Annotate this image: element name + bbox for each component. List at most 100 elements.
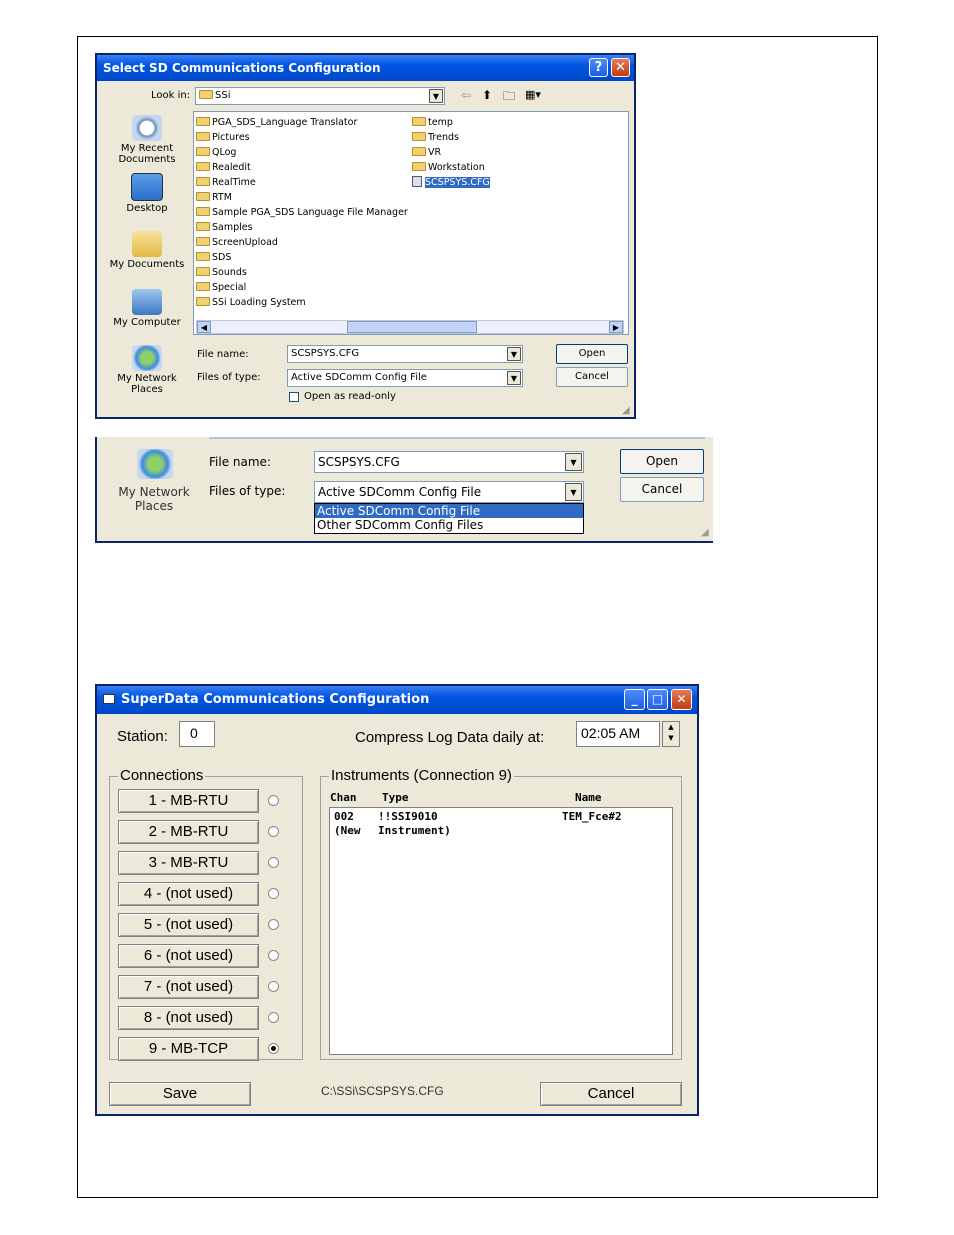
connection-radio-5[interactable] xyxy=(268,919,279,930)
connection-radio-8[interactable] xyxy=(268,1012,279,1023)
connection-button-8[interactable]: 8 - (not used) xyxy=(118,1006,259,1030)
folder-icon xyxy=(196,207,210,216)
readonly-label: Open as read-only xyxy=(304,391,396,402)
horizontal-scrollbar[interactable]: ◀ ▶ xyxy=(196,320,624,334)
place-my-documents[interactable]: My Documents xyxy=(101,231,193,270)
place-my-computer[interactable]: My Computer xyxy=(101,289,193,328)
close-icon[interactable]: ✕ xyxy=(671,689,692,710)
folder-item[interactable]: RTM xyxy=(196,191,232,204)
connection-button-2[interactable]: 2 - MB-RTU xyxy=(118,820,259,844)
folder-item[interactable]: RealTime xyxy=(196,176,256,189)
dropdown-option-other[interactable]: Other SDComm Config Files xyxy=(315,518,583,532)
app-icon xyxy=(103,694,115,704)
connection-radio-3[interactable] xyxy=(268,857,279,868)
file-label: SCSPSYS.CFG xyxy=(425,177,490,188)
files-of-type-select[interactable]: Active SDComm Config File ▼ xyxy=(314,481,584,503)
chevron-down-icon[interactable]: ▼ xyxy=(565,483,582,501)
time-spinner[interactable]: ▲ ▼ xyxy=(662,721,680,747)
station-input[interactable]: 0 xyxy=(179,721,215,747)
open-button[interactable]: Open xyxy=(620,449,704,474)
folder-item[interactable]: SSi Loading System xyxy=(196,296,306,309)
connection-button-7[interactable]: 7 - (not used) xyxy=(118,975,259,999)
cancel-button[interactable]: Cancel xyxy=(620,477,704,502)
scroll-right-icon[interactable]: ▶ xyxy=(609,321,623,333)
folder-item[interactable]: VR xyxy=(412,146,441,159)
resize-grip-icon[interactable]: ◢ xyxy=(701,527,709,538)
maximize-icon[interactable]: □ xyxy=(647,689,668,710)
place-network[interactable]: My Network Places xyxy=(101,345,193,395)
connection-button-6[interactable]: 6 - (not used) xyxy=(118,944,259,968)
help-icon[interactable]: ? xyxy=(589,58,608,77)
folder-item[interactable]: QLog xyxy=(196,146,236,159)
spin-down-icon[interactable]: ▼ xyxy=(663,733,679,744)
connection-radio-6[interactable] xyxy=(268,950,279,961)
resize-grip-icon[interactable]: ◢ xyxy=(622,405,630,416)
chevron-down-icon[interactable]: ▼ xyxy=(429,89,443,103)
folder-icon xyxy=(196,222,210,231)
close-icon[interactable]: ✕ xyxy=(611,58,630,77)
connection-button-3[interactable]: 3 - MB-RTU xyxy=(118,851,259,875)
connection-button-5[interactable]: 5 - (not used) xyxy=(118,913,259,937)
recent-documents-icon xyxy=(132,115,162,141)
scroll-thumb[interactable] xyxy=(347,321,477,333)
files-of-type-select[interactable]: Active SDComm Config File ▼ xyxy=(287,369,523,387)
folder-item[interactable]: Workstation xyxy=(412,161,485,174)
folder-item[interactable]: temp xyxy=(412,116,453,129)
folder-item[interactable]: Special xyxy=(196,281,246,294)
minimize-icon[interactable]: _ xyxy=(624,689,645,710)
dropdown-option-active[interactable]: Active SDComm Config File xyxy=(315,504,583,518)
spin-up-icon[interactable]: ▲ xyxy=(663,722,679,733)
folder-item[interactable]: Sounds xyxy=(196,266,247,279)
files-of-type-options[interactable]: Active SDComm Config File Other SDComm C… xyxy=(314,503,584,534)
folder-item[interactable]: Realedit xyxy=(196,161,251,174)
desktop-icon xyxy=(131,173,163,201)
folder-item[interactable]: Samples xyxy=(196,221,253,234)
file-item-selected[interactable]: SCSPSYS.CFG xyxy=(412,176,490,189)
chevron-down-icon[interactable]: ▼ xyxy=(565,453,582,471)
place-recent[interactable]: My Recent Documents xyxy=(101,115,193,165)
folder-item[interactable]: Trends xyxy=(412,131,459,144)
look-in-combo[interactable]: SSi ▼ xyxy=(195,87,445,105)
folder-item[interactable]: SDS xyxy=(196,251,231,264)
file-name-field[interactable]: SCSPSYS.CFG ▼ xyxy=(287,345,523,363)
cancel-button[interactable]: Cancel xyxy=(540,1082,682,1106)
connection-button-4[interactable]: 4 - (not used) xyxy=(118,882,259,906)
files-of-type-label: Files of type: xyxy=(209,484,286,498)
readonly-checkbox[interactable] xyxy=(289,392,299,402)
connection-button-1[interactable]: 1 - MB-RTU xyxy=(118,789,259,813)
folder-item[interactable]: Pictures xyxy=(196,131,250,144)
connection-radio-9[interactable] xyxy=(268,1043,279,1054)
compress-label: Compress Log Data daily at: xyxy=(355,729,545,746)
row-chan: 002 xyxy=(334,810,354,823)
open-button[interactable]: Open xyxy=(556,344,628,364)
scroll-left-icon[interactable]: ◀ xyxy=(197,321,211,333)
connection-radio-4[interactable] xyxy=(268,888,279,899)
connection-button-9[interactable]: 9 - MB-TCP xyxy=(118,1037,259,1061)
connection-radio-1[interactable] xyxy=(268,795,279,806)
folder-icon xyxy=(412,162,426,171)
compress-time-input[interactable]: 02:05 AM xyxy=(576,721,660,747)
new-folder-icon[interactable]: 🗀 xyxy=(503,87,515,108)
view-menu-icon[interactable]: ▦▾ xyxy=(525,88,541,101)
file-icon xyxy=(412,176,422,187)
up-folder-icon[interactable]: ⬆ xyxy=(482,88,492,102)
file-list[interactable]: PGA_SDS_Language Translator Pictures QLog R… xyxy=(193,111,629,335)
cancel-button[interactable]: Cancel xyxy=(556,367,628,387)
instrument-list[interactable]: 002 !!SSI9010 TEM_Fce#2 (New Instrument) xyxy=(329,807,673,1055)
folder-item[interactable]: PGA_SDS_Language Translator xyxy=(196,116,357,129)
file-name-field[interactable]: SCSPSYS.CFG ▼ xyxy=(314,451,584,473)
connection-radio-2[interactable] xyxy=(268,826,279,837)
instrument-row-new[interactable]: (New Instrument) xyxy=(334,824,664,838)
folder-item[interactable]: Sample PGA_SDS Language File Manager xyxy=(196,206,408,219)
save-button[interactable]: Save xyxy=(109,1082,251,1106)
instrument-row[interactable]: 002 !!SSI9010 TEM_Fce#2 xyxy=(334,810,664,824)
place-network-label[interactable]: My Network Places xyxy=(111,485,197,513)
back-icon[interactable]: ⇦ xyxy=(461,88,471,102)
config-form: SuperData Communications Configuration _… xyxy=(95,684,699,1116)
chevron-down-icon[interactable]: ▼ xyxy=(507,371,521,385)
folder-item[interactable]: ScreenUpload xyxy=(196,236,278,249)
place-label: Desktop xyxy=(126,203,168,214)
connection-radio-7[interactable] xyxy=(268,981,279,992)
chevron-down-icon[interactable]: ▼ xyxy=(507,347,521,361)
place-desktop[interactable]: Desktop xyxy=(101,173,193,214)
